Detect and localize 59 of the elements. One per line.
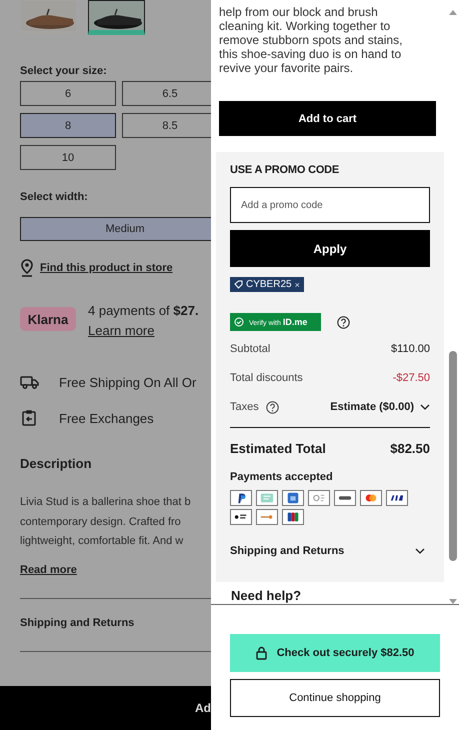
thumbnail[interactable]: [88, 0, 145, 35]
promo-code: CYBER25: [246, 279, 292, 290]
summary-label: Taxes: [230, 401, 259, 413]
checkout-button[interactable]: Check out securely $82.50: [230, 634, 440, 672]
add-to-cart-button[interactable]: Add to cart: [219, 101, 436, 136]
payment-method-icon: [308, 490, 330, 506]
help-heading: Need help?: [231, 588, 302, 604]
payment-method-icon: [334, 490, 356, 506]
payment-method-icon: [256, 509, 278, 525]
tag-icon: [234, 280, 243, 289]
total-label: Estimated Total: [230, 441, 326, 456]
summary-value: -$27.50: [392, 372, 430, 384]
total-value: $82.50: [390, 441, 430, 456]
payments-heading: Payments accepted: [230, 471, 334, 483]
width-label: Select width:: [20, 191, 89, 203]
product-description: help from our block and brush cleaning kit. Working together to remove stubborn spots and stains, this shoe-saving duo is on hand to revive your favorite pairs.: [219, 5, 404, 75]
promo-heading: USE A PROMO CODE: [230, 163, 340, 177]
promo-code-field[interactable]: Add a promo code: [230, 187, 430, 223]
learn-more-link[interactable]: Learn more: [88, 323, 154, 338]
installment-text: 4 payments of $27.: [88, 303, 199, 318]
size-option[interactable]: 6: [20, 81, 116, 106]
store-link[interactable]: Find this product in store: [40, 262, 173, 274]
clipboard-icon: [20, 410, 39, 426]
remove-icon[interactable]: ×: [294, 280, 300, 290]
location-pin-icon: [20, 259, 34, 277]
payment-method-icon: [282, 490, 304, 506]
accordion-header[interactable]: Shipping and Returns: [230, 545, 430, 557]
summary-value: $110.00: [391, 343, 430, 355]
payment-method-icon: [230, 509, 252, 525]
scrollbar-thumb[interactable]: [449, 350, 457, 562]
payment-method-icon: [282, 509, 304, 525]
klarna-badge: Klarna: [20, 307, 76, 331]
help-icon: [337, 316, 350, 328]
payment-method-icon: [386, 490, 408, 506]
width-option[interactable]: Medium: [20, 217, 211, 241]
accordion-title[interactable]: Shipping and Returns: [20, 616, 211, 628]
size-option[interactable]: 8: [20, 113, 116, 138]
perk-text: Free Shipping On All Or: [59, 374, 196, 390]
description-text: Livia Stud is a ballerina shoe that b contemporary design. Crafted fro lightweight, comfortable fit. And w: [20, 495, 192, 549]
size-label: Select your size:: [20, 65, 108, 77]
section-heading: Description: [20, 456, 93, 471]
tax-estimate-dropdown[interactable]: Estimate ($0.00): [330, 401, 414, 413]
lock-icon: [256, 646, 267, 660]
apply-button[interactable]: Apply: [230, 230, 430, 267]
payment-method-icon: [360, 490, 382, 506]
add-to-bag-bar[interactable]: Ad: [0, 686, 211, 730]
scroll-up-icon: [449, 10, 457, 15]
payment-method-icon: [230, 490, 252, 506]
scroll-down-icon: [449, 599, 457, 604]
continue-shopping-button[interactable]: Continue shopping: [230, 679, 440, 717]
summary-label: Subtotal: [230, 343, 270, 355]
perk-text: Free Exchanges: [59, 410, 154, 426]
payment-method-icon: [256, 490, 278, 506]
read-more-link[interactable]: Read more: [20, 564, 77, 576]
help-icon: [266, 400, 279, 414]
truck-icon: [20, 375, 39, 389]
size-option[interactable]: 10: [20, 145, 116, 170]
summary-label: Total discounts: [230, 372, 303, 384]
check-circle-icon: [234, 317, 244, 327]
